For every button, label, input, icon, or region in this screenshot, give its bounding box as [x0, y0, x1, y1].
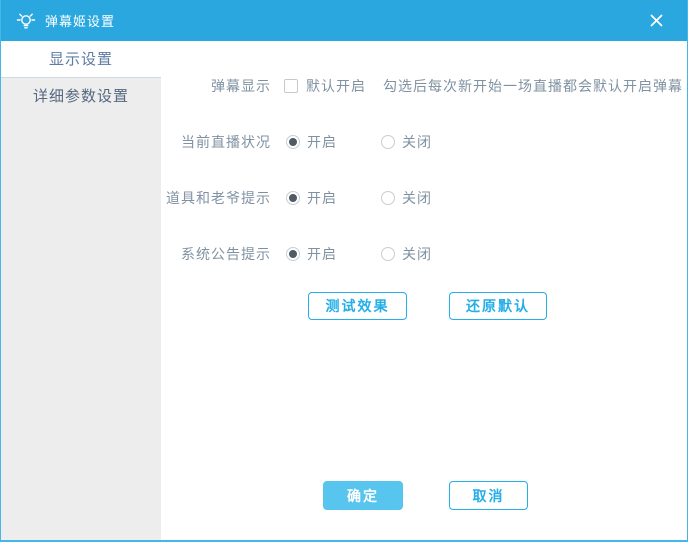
row-label: 当前直播状况 [181, 134, 271, 150]
titlebar: 弹幕姬设置 [1, 0, 687, 41]
close-button[interactable] [645, 9, 668, 32]
radio-label: 开启 [307, 134, 337, 150]
radio-label: 开启 [307, 190, 337, 206]
radio-unchecked-icon[interactable] [381, 247, 395, 261]
cancel-button[interactable]: 取消 [449, 481, 528, 510]
radio-unchecked-icon[interactable] [381, 191, 395, 205]
sidebar-item-display-settings[interactable]: 显示设置 [1, 41, 161, 78]
radio-checked-icon[interactable] [286, 247, 300, 261]
radio-checked-icon[interactable] [286, 191, 300, 205]
system-notice-row: 系统公告提示 开启 关闭 [161, 244, 687, 264]
danmaku-display-row: 弹幕显示 默认开启 勾选后每次新开始一场直播都会默认开启弹幕 [161, 76, 687, 96]
radio-label: 关闭 [402, 246, 432, 262]
row-label: 弹幕显示 [211, 78, 271, 94]
checkbox-hint: 勾选后每次新开始一场直播都会默认开启弹幕 [383, 78, 683, 94]
default-open-checkbox[interactable] [284, 79, 298, 93]
gift-notice-row: 道具和老爷提示 开启 关闭 [161, 188, 687, 208]
window-title: 弹幕姬设置 [45, 14, 116, 29]
radio-unchecked-icon[interactable] [381, 135, 395, 149]
radio-label: 关闭 [402, 134, 432, 150]
radio-option-on[interactable]: 开启 [286, 188, 337, 208]
settings-window: 弹幕姬设置 显示设置 详细参数设置 弹幕显示 默认开启 勾选后每次新开始一场直播… [0, 0, 688, 542]
row-label: 系统公告提示 [181, 246, 271, 262]
test-effect-button[interactable]: 测试效果 [308, 292, 407, 320]
radio-label: 关闭 [402, 190, 432, 206]
live-status-row: 当前直播状况 开启 关闭 [161, 132, 687, 152]
checkbox-label[interactable]: 默认开启 [306, 76, 366, 96]
sidebar: 显示设置 详细参数设置 [1, 41, 161, 540]
settings-content: 弹幕显示 默认开启 勾选后每次新开始一场直播都会默认开启弹幕 当前直播状况 开启… [161, 41, 687, 540]
sidebar-item-detail-settings[interactable]: 详细参数设置 [1, 78, 161, 115]
row-label: 道具和老爷提示 [166, 190, 271, 206]
restore-default-button[interactable]: 还原默认 [449, 292, 547, 320]
confirm-button[interactable]: 确定 [323, 481, 403, 510]
radio-option-on[interactable]: 开启 [286, 244, 337, 264]
radio-option-off[interactable]: 关闭 [381, 132, 432, 152]
lightbulb-icon [16, 11, 36, 31]
radio-checked-icon[interactable] [286, 135, 300, 149]
radio-option-off[interactable]: 关闭 [381, 244, 432, 264]
radio-label: 开启 [307, 246, 337, 262]
radio-option-on[interactable]: 开启 [286, 132, 337, 152]
radio-option-off[interactable]: 关闭 [381, 188, 432, 208]
